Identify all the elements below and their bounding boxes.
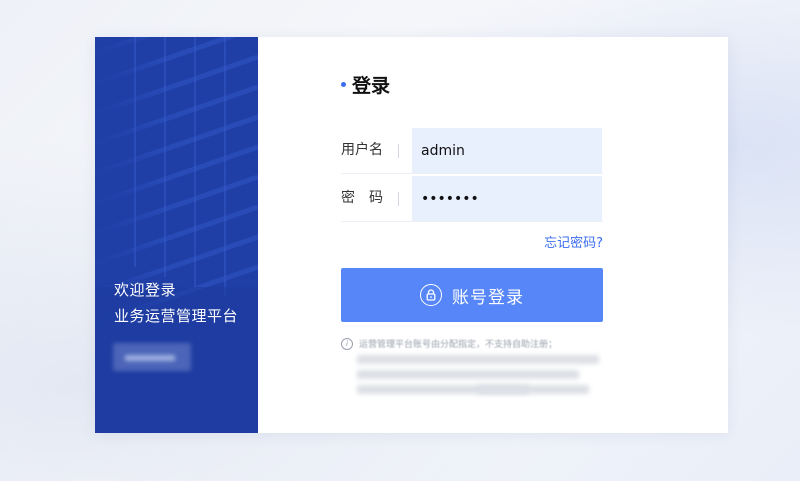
blurred-logo-text bbox=[125, 355, 175, 361]
decorative-stripes bbox=[95, 37, 258, 433]
form-title: 登录 bbox=[352, 75, 391, 97]
brand-panel: 欢迎登录 业务运营管理平台 bbox=[95, 37, 258, 433]
welcome-text: 欢迎登录 业务运营管理平台 bbox=[114, 277, 238, 329]
info-icon: i bbox=[341, 337, 353, 350]
form-title-row: 登录 bbox=[341, 71, 390, 98]
username-input[interactable] bbox=[412, 128, 602, 173]
label-divider bbox=[398, 144, 399, 158]
welcome-line-2: 业务运营管理平台 bbox=[114, 307, 239, 325]
welcome-line-1: 欢迎登录 bbox=[114, 281, 177, 299]
label-divider bbox=[398, 192, 399, 206]
login-form: 登录 用户名 密 码 忘记密码? 账号登录 i 运营管理 bbox=[341, 37, 603, 433]
forgot-password-link[interactable]: 忘记密码? bbox=[544, 232, 603, 251]
login-button-label: 账号登录 bbox=[452, 287, 524, 307]
registration-note: i 运营管理平台账号由分配指定，不支持自助注册； bbox=[341, 337, 557, 350]
username-label: 用户名 bbox=[341, 142, 383, 158]
username-row: 用户名 bbox=[341, 128, 603, 174]
note-text: 运营管理平台账号由分配指定，不支持自助注册； bbox=[359, 340, 558, 350]
account-login-button[interactable]: 账号登录 bbox=[341, 268, 603, 322]
login-card: 欢迎登录 业务运营管理平台 登录 用户名 密 码 忘记密码? bbox=[95, 37, 728, 433]
password-row: 密 码 bbox=[341, 176, 603, 222]
title-dot-icon bbox=[341, 82, 346, 87]
lock-icon bbox=[420, 284, 442, 306]
password-input[interactable] bbox=[412, 176, 602, 221]
password-label: 密 码 bbox=[341, 190, 383, 206]
